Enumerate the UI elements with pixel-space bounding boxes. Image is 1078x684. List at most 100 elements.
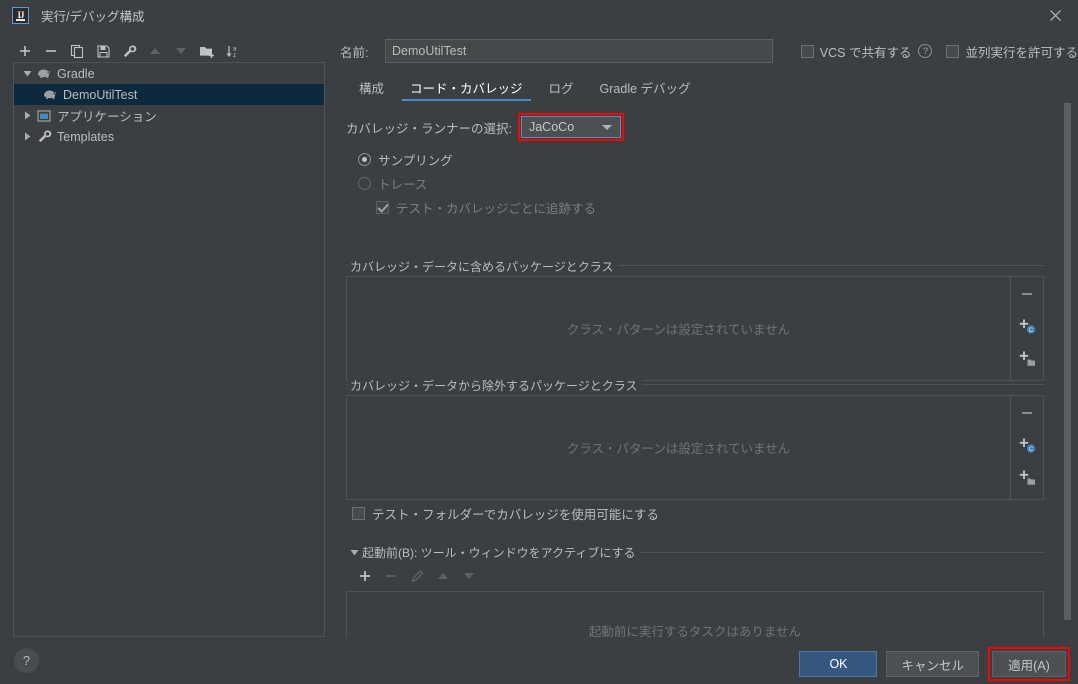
add-package-icon [1019, 470, 1035, 485]
include-add-package-pattern-button[interactable] [1013, 345, 1041, 371]
minus-icon [1022, 412, 1032, 414]
exclude-add-package-pattern-button[interactable] [1013, 464, 1041, 490]
share-vcs-label: VCS で共有する [819, 45, 912, 60]
help-button[interactable]: ? [14, 648, 39, 673]
dialog-footer: ? OK キャンセル 適用(A) [0, 638, 1078, 684]
wrench-icon [35, 129, 53, 145]
tree-node-gradle[interactable]: Gradle [14, 63, 324, 84]
gradle-elephant-icon [35, 66, 53, 82]
tree-node-templates[interactable]: Templates [14, 126, 324, 147]
tab-configuration[interactable]: 構成 [346, 74, 397, 101]
before-launch-twisty[interactable] [346, 548, 362, 557]
scrollbar-thumb[interactable] [1064, 103, 1071, 620]
before-launch-toolbar [346, 564, 1044, 588]
dialog-buttons: OK キャンセル 適用(A) [799, 647, 1070, 681]
include-remove-pattern-button[interactable] [1013, 281, 1041, 307]
edit-templates-button[interactable] [116, 39, 142, 63]
expand-twisty-application[interactable] [19, 111, 35, 120]
content-scrollbar[interactable] [1063, 101, 1072, 638]
before-launch-task-list[interactable]: 起動前に実行するタスクはありません [346, 591, 1044, 638]
move-down-button[interactable] [168, 39, 194, 63]
share-vcs-help-icon[interactable]: ? [918, 44, 933, 58]
add-package-icon [1019, 351, 1035, 366]
expand-twisty-templates[interactable] [19, 132, 35, 141]
name-input[interactable] [385, 39, 773, 63]
allow-parallel-run-checkbox[interactable] [946, 44, 960, 58]
track-per-test-row: テスト・カバレッジごとに追跡する [376, 198, 596, 217]
enable-coverage-test-folders-checkbox[interactable] [352, 507, 365, 520]
move-up-button[interactable] [142, 39, 168, 63]
minus-icon [46, 50, 56, 52]
coverage-runner-row: カバレッジ・ランナーの選択: JaCoCo [346, 113, 624, 141]
sort-configurations-button[interactable]: a z [220, 39, 246, 63]
folder-add-icon [200, 46, 214, 58]
tab-logs[interactable]: ログ [536, 74, 587, 101]
sampling-radio[interactable] [358, 153, 371, 166]
cancel-button[interactable]: キャンセル [886, 651, 979, 677]
task-move-up-button[interactable] [430, 564, 456, 588]
chevron-down-icon [601, 124, 612, 130]
remove-configuration-button[interactable] [38, 39, 64, 63]
svg-text:C: C [1028, 447, 1033, 453]
arrow-up-icon [438, 573, 448, 579]
coverage-runner-highlight: JaCoCo [517, 113, 624, 141]
create-folder-button[interactable] [194, 39, 220, 63]
track-per-test-checkbox[interactable] [376, 201, 389, 214]
configuration-editor-panel: 名前: VCS で共有する ? 並列実行を許可する 構成 コード・カバレッジ ロ… [336, 30, 1078, 638]
add-class-icon: C [1019, 319, 1035, 334]
configurations-tree[interactable]: Gradle DemoUtilTest アプリケーション Templates [13, 62, 325, 637]
minus-icon [1022, 293, 1032, 295]
remove-task-button[interactable] [378, 564, 404, 588]
add-task-button[interactable] [352, 564, 378, 588]
tracing-radio[interactable] [358, 177, 371, 190]
pencil-icon [411, 569, 424, 582]
coverage-runner-dropdown[interactable]: JaCoCo [520, 116, 621, 138]
apply-button-highlight: 適用(A) [988, 647, 1070, 681]
tracing-radio-row: トレース [358, 174, 427, 193]
ok-button[interactable]: OK [799, 651, 878, 677]
apply-button[interactable]: 適用(A) [992, 651, 1066, 677]
dialog-title: 実行/デバッグ構成 [41, 9, 145, 24]
run-debug-configurations-dialog: IJ 実行/デバッグ構成 a z Gradle DemoUtilTest アプリ… [0, 0, 1078, 684]
sort-az-icon: a z [226, 45, 237, 59]
task-move-down-button[interactable] [456, 564, 482, 588]
exclude-patterns-empty-text: クラス・パターンは設定されていません [566, 442, 791, 456]
tree-node-application[interactable]: アプリケーション [14, 105, 324, 126]
add-class-icon: C [1019, 438, 1035, 453]
application-icon [35, 108, 53, 124]
title-bar: IJ 実行/デバッグ構成 [0, 0, 1078, 30]
tracing-label: トレース [378, 178, 428, 192]
tree-node-demoutiltest[interactable]: DemoUtilTest [14, 84, 324, 105]
allow-parallel-checkbox-group: 並列実行を許可する [946, 42, 1078, 61]
tree-toolbar: a z [12, 38, 246, 64]
add-configuration-button[interactable] [12, 39, 38, 63]
share-vcs-checkbox[interactable] [800, 44, 814, 58]
exclude-add-class-pattern-button[interactable]: C [1013, 432, 1041, 458]
close-button[interactable] [1032, 0, 1078, 30]
minus-icon [386, 575, 396, 577]
include-add-class-pattern-button[interactable]: C [1013, 313, 1041, 339]
include-patterns-list[interactable]: クラス・パターンは設定されていません C [346, 276, 1044, 381]
sampling-radio-row: サンプリング [358, 150, 453, 169]
expand-twisty-gradle[interactable] [19, 69, 35, 78]
share-vcs-checkbox-group: VCS で共有する ? [800, 42, 933, 61]
exclude-patterns-title: カバレッジ・データから除外するパッケージとクラス [348, 377, 642, 394]
edit-task-button[interactable] [404, 564, 430, 588]
copy-configuration-button[interactable] [64, 39, 90, 63]
intellij-logo-icon: IJ [12, 6, 29, 24]
sampling-label: サンプリング [378, 154, 453, 168]
arrow-down-icon [464, 573, 474, 579]
save-configuration-button[interactable] [90, 39, 116, 63]
exclude-patterns-list[interactable]: クラス・パターンは設定されていません C [346, 395, 1044, 500]
include-patterns-title: カバレッジ・データに含めるパッケージとクラス [348, 258, 618, 275]
exclude-remove-pattern-button[interactable] [1013, 400, 1041, 426]
svg-text:a: a [233, 46, 237, 52]
tab-code-coverage[interactable]: コード・カバレッジ [397, 74, 536, 101]
gradle-elephant-icon [41, 87, 59, 103]
triangle-right-icon [24, 111, 30, 120]
triangle-right-icon [24, 132, 30, 141]
coverage-runner-value: JaCoCo [528, 120, 575, 134]
tab-gradle-debug[interactable]: Gradle デバッグ [587, 74, 704, 101]
svg-text:C: C [1028, 328, 1033, 334]
track-per-test-label: テスト・カバレッジごとに追跡する [396, 202, 597, 216]
